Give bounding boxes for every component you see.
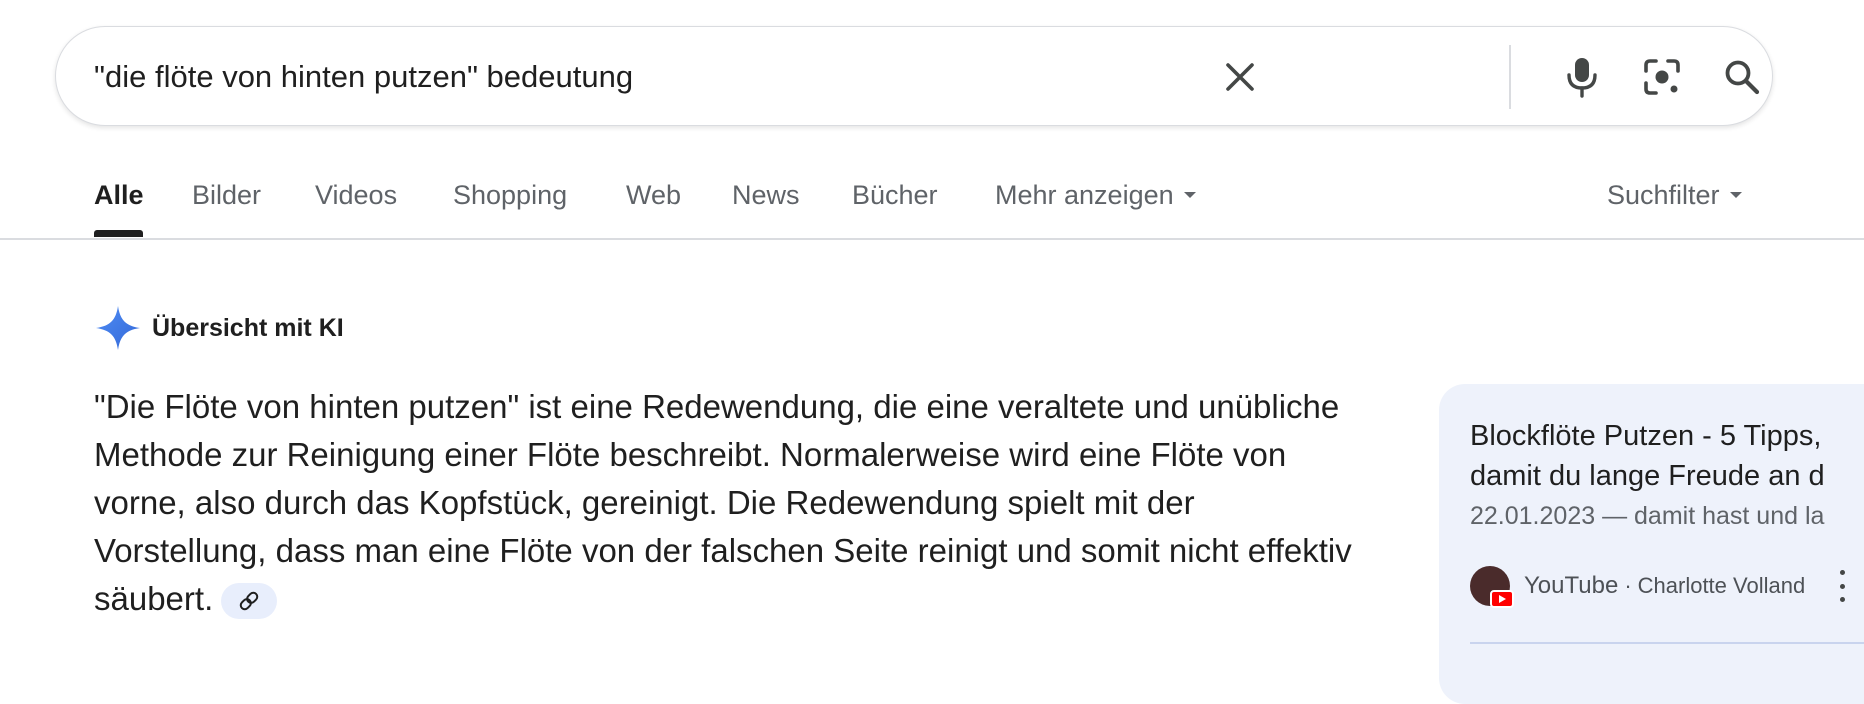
search-input[interactable] — [94, 53, 1394, 101]
card-divider — [1470, 642, 1864, 644]
source-card-source: YouTube · Charlotte Volland — [1470, 564, 1805, 608]
tab-shopping[interactable]: Shopping — [453, 180, 567, 211]
search-tabs: Alle Bilder Videos Shopping Web News Büc… — [0, 150, 1864, 240]
suchfilter-label: Suchfilter — [1607, 180, 1720, 210]
camera-lens-icon[interactable] — [1636, 51, 1688, 103]
source-card-title-line1: Blockflöte Putzen - 5 Tipps, — [1470, 420, 1822, 452]
search-bar-divider — [1509, 45, 1511, 109]
active-tab-indicator — [94, 230, 143, 237]
ai-overview-title: Übersicht mit KI — [152, 313, 344, 342]
source-site: YouTube — [1524, 572, 1619, 599]
tab-mehr-anzeigen-label: Mehr anzeigen — [995, 180, 1174, 210]
youtube-icon — [1490, 590, 1514, 608]
tab-bilder[interactable]: Bilder — [192, 180, 261, 211]
tab-alle[interactable]: Alle — [94, 180, 144, 211]
link-icon — [240, 592, 259, 611]
close-icon[interactable] — [1214, 51, 1266, 103]
sparkle-icon — [96, 306, 140, 350]
chevron-down-icon — [1729, 191, 1742, 198]
source-author: Charlotte Volland — [1637, 573, 1806, 598]
source-card-snippet: 22.01.2023 — damit hast und la — [1470, 502, 1825, 530]
search-bar — [55, 26, 1773, 126]
suchfilter-button[interactable]: Suchfilter — [1607, 180, 1742, 211]
ai-overview-text: "Die Flöte von hinten putzen" ist eine R… — [94, 383, 1354, 623]
link-chip[interactable] — [221, 583, 278, 620]
mic-icon[interactable] — [1556, 51, 1608, 103]
avatar — [1470, 566, 1514, 608]
tab-news[interactable]: News — [732, 180, 800, 211]
ai-overview-header: Übersicht mit KI — [94, 303, 344, 353]
tab-buecher[interactable]: Bücher — [852, 180, 938, 211]
tab-videos[interactable]: Videos — [315, 180, 397, 211]
more-vert-icon[interactable] — [1832, 570, 1852, 602]
source-card[interactable]: Blockflöte Putzen - 5 Tipps, damit du la… — [1439, 384, 1864, 704]
tab-mehr-anzeigen[interactable]: Mehr anzeigen — [995, 180, 1196, 211]
source-card-title[interactable]: Blockflöte Putzen - 5 Tipps, damit du la… — [1470, 416, 1864, 496]
search-icon[interactable] — [1716, 51, 1768, 103]
tab-web[interactable]: Web — [626, 180, 681, 211]
chevron-down-icon — [1183, 191, 1196, 198]
ai-overview-body: "Die Flöte von hinten putzen" ist eine R… — [94, 388, 1352, 617]
source-card-title-line2: damit du lange Freude an d — [1470, 460, 1825, 492]
source-separator: · — [1624, 573, 1632, 598]
